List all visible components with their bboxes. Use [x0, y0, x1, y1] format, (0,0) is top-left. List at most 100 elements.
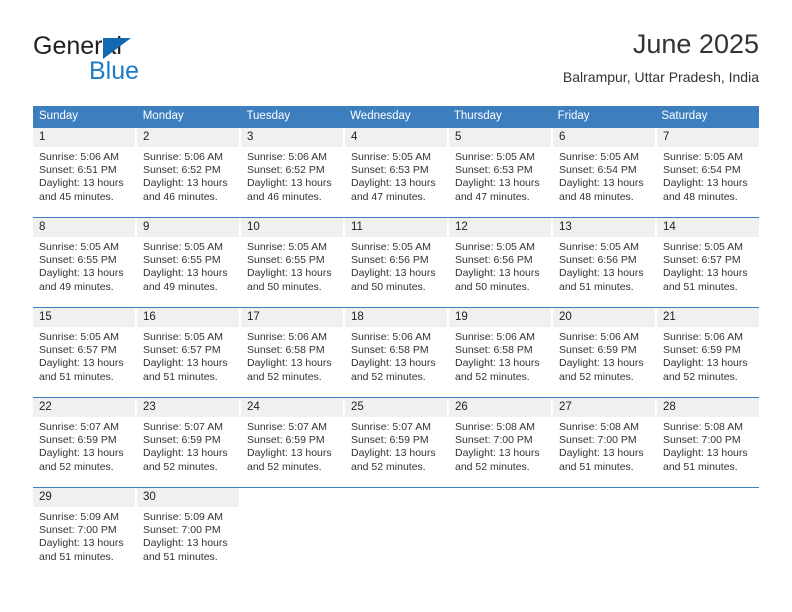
day-cell[interactable]: 23 Sunrise: 5:07 AM Sunset: 6:59 PM Dayl… — [137, 398, 241, 487]
daylight-text-line1: Daylight: 13 hours — [559, 447, 644, 460]
day-cell[interactable]: 12 Sunrise: 5:05 AM Sunset: 6:56 PM Dayl… — [449, 218, 553, 307]
daylight-text-line1: Daylight: 13 hours — [455, 357, 540, 370]
day-number: 4 — [345, 128, 447, 147]
day-info: Sunrise: 5:06 AM Sunset: 6:51 PM Dayligh… — [33, 147, 135, 204]
day-cell[interactable]: 21 Sunrise: 5:06 AM Sunset: 6:59 PM Dayl… — [657, 308, 759, 397]
sunrise-text: Sunrise: 5:07 AM — [39, 421, 119, 433]
sunset-text: Sunset: 6:57 PM — [143, 344, 221, 357]
page-subtitle: Balrampur, Uttar Pradesh, India — [562, 69, 759, 85]
sunrise-text: Sunrise: 5:09 AM — [39, 511, 119, 523]
day-cell[interactable]: 3 Sunrise: 5:06 AM Sunset: 6:52 PM Dayli… — [241, 128, 345, 217]
daylight-text-line2: and 47 minutes. — [455, 190, 530, 203]
sunset-text: Sunset: 6:52 PM — [143, 164, 221, 177]
day-number: 13 — [553, 218, 655, 237]
day-number: 16 — [137, 308, 239, 327]
day-cell[interactable]: 25 Sunrise: 5:07 AM Sunset: 6:59 PM Dayl… — [345, 398, 449, 487]
day-cell[interactable]: 20 Sunrise: 5:06 AM Sunset: 6:59 PM Dayl… — [553, 308, 657, 397]
daylight-text-line2: and 49 minutes. — [143, 280, 218, 293]
sunset-text: Sunset: 6:57 PM — [663, 254, 741, 267]
daylight-text-line2: and 52 minutes. — [663, 370, 738, 383]
day-info: Sunrise: 5:05 AM Sunset: 6:53 PM Dayligh… — [449, 147, 551, 204]
weekday-header-row: Sunday Monday Tuesday Wednesday Thursday… — [33, 106, 759, 127]
sunset-text: Sunset: 7:00 PM — [39, 524, 117, 537]
calendar-grid: Sunday Monday Tuesday Wednesday Thursday… — [33, 106, 759, 577]
day-cell[interactable]: 11 Sunrise: 5:05 AM Sunset: 6:56 PM Dayl… — [345, 218, 449, 307]
day-cell[interactable]: 17 Sunrise: 5:06 AM Sunset: 6:58 PM Dayl… — [241, 308, 345, 397]
day-info: Sunrise: 5:05 AM Sunset: 6:55 PM Dayligh… — [137, 237, 239, 294]
daylight-text-line1: Daylight: 13 hours — [143, 177, 228, 190]
day-info: Sunrise: 5:06 AM Sunset: 6:58 PM Dayligh… — [345, 327, 447, 384]
day-info: Sunrise: 5:06 AM Sunset: 6:58 PM Dayligh… — [449, 327, 551, 384]
sunset-text: Sunset: 6:58 PM — [247, 344, 325, 357]
weekday-header-tuesday: Tuesday — [246, 110, 291, 122]
daylight-text-line2: and 46 minutes. — [143, 190, 218, 203]
sunrise-text: Sunrise: 5:07 AM — [143, 421, 223, 433]
day-cell[interactable]: 14 Sunrise: 5:05 AM Sunset: 6:57 PM Dayl… — [657, 218, 759, 307]
weekday-header-wednesday: Wednesday — [350, 110, 411, 122]
day-cell[interactable]: 27 Sunrise: 5:08 AM Sunset: 7:00 PM Dayl… — [553, 398, 657, 487]
logo-text-blue: Blue — [89, 57, 140, 85]
day-cell[interactable]: 18 Sunrise: 5:06 AM Sunset: 6:58 PM Dayl… — [345, 308, 449, 397]
day-cell[interactable]: 28 Sunrise: 5:08 AM Sunset: 7:00 PM Dayl… — [657, 398, 759, 487]
day-number: 7 — [657, 128, 759, 147]
day-cell[interactable]: 6 Sunrise: 5:05 AM Sunset: 6:54 PM Dayli… — [553, 128, 657, 217]
daylight-text-line1: Daylight: 13 hours — [39, 267, 124, 280]
day-cell[interactable]: 8 Sunrise: 5:05 AM Sunset: 6:55 PM Dayli… — [33, 218, 137, 307]
sunset-text: Sunset: 6:51 PM — [39, 164, 117, 177]
daylight-text-line1: Daylight: 13 hours — [39, 537, 124, 550]
day-number: 5 — [449, 128, 551, 147]
week-row: 22 Sunrise: 5:07 AM Sunset: 6:59 PM Dayl… — [33, 397, 759, 487]
day-cell[interactable]: 7 Sunrise: 5:05 AM Sunset: 6:54 PM Dayli… — [657, 128, 759, 217]
daylight-text-line1: Daylight: 13 hours — [247, 267, 332, 280]
day-cell[interactable]: 26 Sunrise: 5:08 AM Sunset: 7:00 PM Dayl… — [449, 398, 553, 487]
sunset-text: Sunset: 6:53 PM — [351, 164, 429, 177]
day-info: Sunrise: 5:05 AM Sunset: 6:57 PM Dayligh… — [33, 327, 135, 384]
daylight-text-line2: and 52 minutes. — [559, 370, 634, 383]
day-cell[interactable]: 10 Sunrise: 5:05 AM Sunset: 6:55 PM Dayl… — [241, 218, 345, 307]
day-cell[interactable]: 9 Sunrise: 5:05 AM Sunset: 6:55 PM Dayli… — [137, 218, 241, 307]
sunrise-text: Sunrise: 5:07 AM — [351, 421, 431, 433]
day-cell[interactable]: 1 Sunrise: 5:06 AM Sunset: 6:51 PM Dayli… — [33, 128, 137, 217]
day-info: Sunrise: 5:05 AM Sunset: 6:57 PM Dayligh… — [137, 327, 239, 384]
day-cell[interactable]: 16 Sunrise: 5:05 AM Sunset: 6:57 PM Dayl… — [137, 308, 241, 397]
daylight-text-line1: Daylight: 13 hours — [247, 447, 332, 460]
sunrise-text: Sunrise: 5:08 AM — [559, 421, 639, 433]
day-info: Sunrise: 5:05 AM Sunset: 6:56 PM Dayligh… — [553, 237, 655, 294]
day-cell[interactable]: 22 Sunrise: 5:07 AM Sunset: 6:59 PM Dayl… — [33, 398, 137, 487]
day-cell[interactable]: 29 Sunrise: 5:09 AM Sunset: 7:00 PM Dayl… — [33, 488, 137, 577]
day-cell[interactable]: 15 Sunrise: 5:05 AM Sunset: 6:57 PM Dayl… — [33, 308, 137, 397]
day-cell[interactable]: 19 Sunrise: 5:06 AM Sunset: 6:58 PM Dayl… — [449, 308, 553, 397]
general-blue-logo[interactable]: General Blue — [33, 32, 253, 92]
day-cell[interactable]: 13 Sunrise: 5:05 AM Sunset: 6:56 PM Dayl… — [553, 218, 657, 307]
day-cell-empty — [553, 488, 657, 577]
day-number: 18 — [345, 308, 447, 327]
day-cell[interactable]: 24 Sunrise: 5:07 AM Sunset: 6:59 PM Dayl… — [241, 398, 345, 487]
daylight-text-line2: and 52 minutes. — [247, 460, 322, 473]
logo-triangle-icon — [103, 38, 131, 59]
day-cell[interactable]: 4 Sunrise: 5:05 AM Sunset: 6:53 PM Dayli… — [345, 128, 449, 217]
day-number — [241, 488, 343, 507]
sunrise-text: Sunrise: 5:05 AM — [663, 151, 743, 163]
page-header: General Blue June 2025 Balrampur, Uttar … — [33, 28, 759, 100]
day-cell[interactable]: 5 Sunrise: 5:05 AM Sunset: 6:53 PM Dayli… — [449, 128, 553, 217]
day-cell[interactable]: 30 Sunrise: 5:09 AM Sunset: 7:00 PM Dayl… — [137, 488, 241, 577]
sunrise-text: Sunrise: 5:06 AM — [455, 331, 535, 343]
sunrise-text: Sunrise: 5:07 AM — [247, 421, 327, 433]
daylight-text-line1: Daylight: 13 hours — [663, 357, 748, 370]
sunset-text: Sunset: 7:00 PM — [143, 524, 221, 537]
sunrise-text: Sunrise: 5:05 AM — [351, 241, 431, 253]
day-info: Sunrise: 5:06 AM Sunset: 6:58 PM Dayligh… — [241, 327, 343, 384]
daylight-text-line1: Daylight: 13 hours — [143, 537, 228, 550]
daylight-text-line1: Daylight: 13 hours — [247, 357, 332, 370]
sunrise-text: Sunrise: 5:06 AM — [143, 151, 223, 163]
daylight-text-line2: and 50 minutes. — [455, 280, 530, 293]
sunrise-text: Sunrise: 5:08 AM — [455, 421, 535, 433]
day-info: Sunrise: 5:06 AM Sunset: 6:59 PM Dayligh… — [553, 327, 655, 384]
day-cell[interactable]: 2 Sunrise: 5:06 AM Sunset: 6:52 PM Dayli… — [137, 128, 241, 217]
week-row: 8 Sunrise: 5:05 AM Sunset: 6:55 PM Dayli… — [33, 217, 759, 307]
day-info: Sunrise: 5:06 AM Sunset: 6:52 PM Dayligh… — [137, 147, 239, 204]
day-number: 29 — [33, 488, 135, 507]
sunrise-text: Sunrise: 5:06 AM — [663, 331, 743, 343]
week-row: 29 Sunrise: 5:09 AM Sunset: 7:00 PM Dayl… — [33, 487, 759, 577]
daylight-text-line2: and 49 minutes. — [39, 280, 114, 293]
